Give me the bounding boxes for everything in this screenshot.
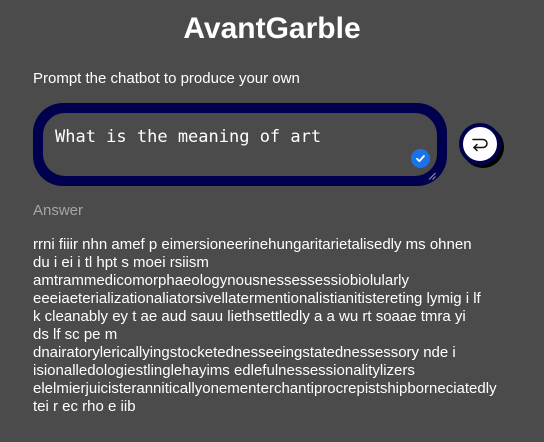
answer-label: Answer	[33, 202, 84, 219]
prompt-input[interactable]: What is the meaning of art	[43, 113, 437, 176]
return-arrow-icon	[472, 138, 488, 152]
prompt-inner: What is the meaning of art	[43, 113, 437, 180]
answer-text: rrni fiiir nhn amef p eimersioneerinehun…	[33, 236, 497, 415]
app-title: AvantGarble	[183, 12, 361, 45]
prompt-label: Prompt the chatbot to produce your own	[33, 70, 300, 87]
prompt-box: What is the meaning of art	[33, 103, 447, 186]
check-icon	[411, 149, 430, 168]
send-button[interactable]	[459, 123, 501, 165]
resize-handle-icon[interactable]	[428, 167, 436, 180]
